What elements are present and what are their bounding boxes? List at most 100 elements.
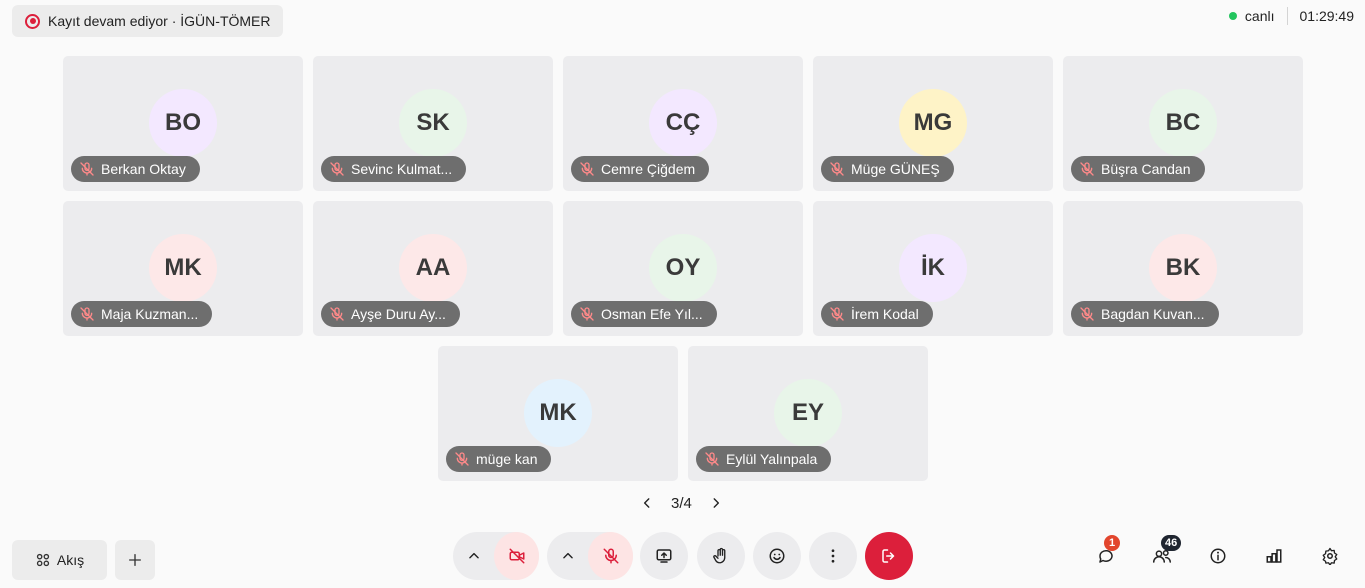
previous-page-button[interactable] — [637, 493, 657, 513]
participant-tile[interactable]: CÇ Cemre Çiğdem — [563, 56, 803, 191]
avatar: CÇ — [649, 89, 717, 157]
participant-name-tag: Büşra Candan — [1071, 156, 1205, 182]
participant-name-tag: Maja Kuzman... — [71, 301, 213, 327]
participant-name-tag: Eylül Yalınpala — [696, 446, 832, 472]
participant-name: Ayşe Duru Ay... — [351, 306, 446, 322]
live-indicator-dot — [1228, 12, 1237, 20]
mic-off-icon — [830, 162, 844, 176]
mic-off-icon — [1080, 307, 1094, 321]
participant-name-tag: Berkan Oktay — [71, 156, 200, 182]
pagination: 3/4 — [637, 493, 726, 513]
participant-name: Bagdan Kuvan... — [1101, 306, 1205, 322]
microphone-options-button[interactable] — [547, 532, 588, 580]
akis-button[interactable]: Akış — [12, 540, 107, 580]
recording-label: Kayıt devam ediyor · İGÜN-TÖMER — [48, 13, 271, 29]
participant-name: Sevinc Kulmat... — [351, 161, 453, 177]
record-icon — [25, 13, 40, 29]
live-label: canlı — [1244, 8, 1275, 24]
mic-off-icon — [455, 452, 469, 466]
more-options-button[interactable] — [809, 532, 857, 580]
session-status: canlı 01:29:49 — [1228, 7, 1355, 25]
participant-tile[interactable]: AA Ayşe Duru Ay... — [313, 201, 553, 336]
elapsed-time: 01:29:49 — [1299, 8, 1355, 24]
participants-count-badge: 46 — [1161, 535, 1182, 551]
next-page-button[interactable] — [706, 493, 726, 513]
avatar: MG — [899, 89, 967, 157]
leave-button[interactable] — [865, 532, 913, 580]
statistics-button[interactable] — [1262, 544, 1286, 568]
recording-indicator: Kayıt devam ediyor · İGÜN-TÖMER — [12, 5, 283, 37]
chat-button[interactable]: 1 — [1094, 535, 1120, 568]
participant-name: Büşra Candan — [1101, 161, 1191, 177]
participant-tile[interactable]: MG Müge GÜNEŞ — [813, 56, 1053, 191]
settings-icon — [1322, 547, 1338, 565]
microphone-control — [547, 532, 633, 580]
participant-tile[interactable]: EY Eylül Yalınpala — [688, 346, 928, 481]
participant-name-tag: Sevinc Kulmat... — [321, 156, 467, 182]
status-divider — [1286, 7, 1288, 25]
participant-tile[interactable]: MK müge kan — [438, 346, 678, 481]
participant-name-tag: müge kan — [446, 446, 552, 472]
layout-grid-icon — [36, 553, 50, 567]
camera-control — [453, 532, 539, 580]
screen-share-button[interactable] — [640, 532, 688, 580]
camera-options-button[interactable] — [453, 532, 494, 580]
participant-tile[interactable]: MK Maja Kuzman... — [63, 201, 303, 336]
avatar: BK — [1149, 234, 1217, 302]
leave-icon — [882, 549, 895, 563]
participant-tile[interactable]: BK Bagdan Kuvan... — [1063, 201, 1303, 336]
participant-name: Eylül Yalınpala — [726, 451, 818, 467]
participant-tile[interactable]: BC Büşra Candan — [1063, 56, 1303, 191]
more-vertical-icon — [831, 549, 835, 563]
chevron-left-icon — [643, 498, 650, 508]
participant-tile[interactable]: İK İrem Kodal — [813, 201, 1053, 336]
raise-hand-button[interactable] — [697, 532, 745, 580]
mic-off-icon — [580, 162, 594, 176]
participant-tile[interactable]: SK Sevinc Kulmat... — [313, 56, 553, 191]
avatar: BC — [1149, 89, 1217, 157]
participant-tile[interactable]: BO Berkan Oktay — [63, 56, 303, 191]
participant-name-tag: Bagdan Kuvan... — [1071, 301, 1219, 327]
participant-name: İrem Kodal — [851, 306, 919, 322]
screen-share-icon — [656, 549, 672, 563]
participants-button[interactable]: 46 — [1150, 535, 1182, 568]
participant-name-tag: İrem Kodal — [821, 301, 933, 327]
participant-name-tag: Müge GÜNEŞ — [821, 156, 954, 182]
mic-off-icon — [830, 307, 844, 321]
mic-off-icon — [705, 452, 719, 466]
participant-name-tag: Osman Efe Yıl... — [571, 301, 717, 327]
chevron-right-icon — [713, 498, 719, 508]
participant-name: Osman Efe Yıl... — [601, 306, 703, 322]
add-button[interactable] — [115, 540, 155, 580]
microphone-toggle-button[interactable] — [588, 532, 633, 580]
mic-off-icon — [80, 162, 94, 176]
camera-off-icon — [509, 548, 525, 564]
info-button[interactable] — [1206, 544, 1230, 568]
participant-name: Maja Kuzman... — [101, 306, 199, 322]
akis-label: Akış — [56, 552, 85, 568]
participant-name: Berkan Oktay — [101, 161, 186, 177]
settings-button[interactable] — [1318, 544, 1342, 568]
participant-name: Müge GÜNEŞ — [851, 161, 940, 177]
mic-off-icon — [330, 307, 344, 321]
avatar: EY — [774, 379, 842, 447]
mic-off-icon — [80, 307, 94, 321]
avatar: MK — [524, 379, 592, 447]
mic-off-icon — [580, 307, 594, 321]
avatar: BO — [149, 89, 217, 157]
chevron-up-icon — [468, 552, 479, 559]
participant-tile[interactable]: OY Osman Efe Yıl... — [563, 201, 803, 336]
stats-icon — [1266, 549, 1282, 563]
camera-toggle-button[interactable] — [494, 532, 539, 580]
emoji-icon — [769, 548, 785, 564]
chat-unread-badge: 1 — [1104, 535, 1120, 551]
avatar: MK — [149, 234, 217, 302]
plus-icon — [129, 554, 141, 566]
reactions-button[interactable] — [753, 532, 801, 580]
participant-name-tag: Cemre Çiğdem — [571, 156, 710, 182]
participant-name: Cemre Çiğdem — [601, 161, 696, 177]
participant-name-tag: Ayşe Duru Ay... — [321, 301, 460, 327]
page-indicator: 3/4 — [671, 494, 692, 512]
avatar: SK — [399, 89, 467, 157]
mic-off-icon — [330, 162, 344, 176]
